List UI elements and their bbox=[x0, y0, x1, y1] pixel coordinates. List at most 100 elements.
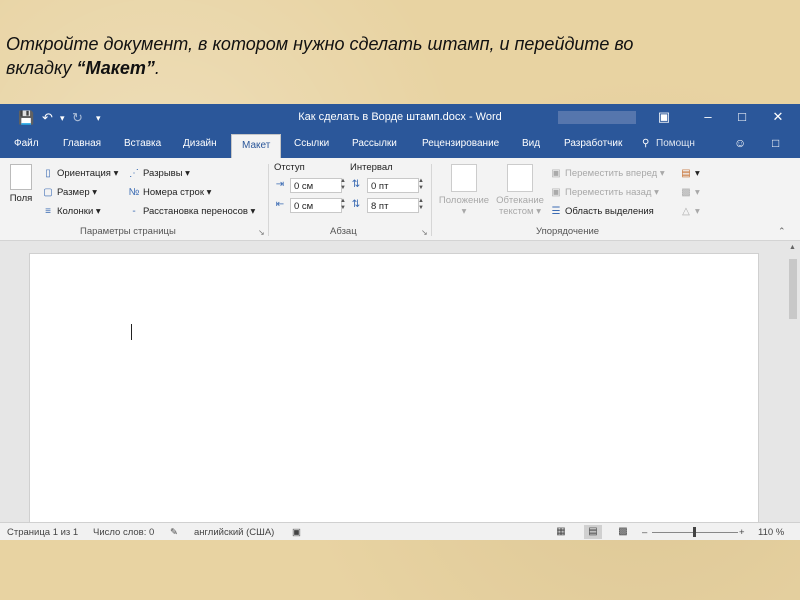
ribbon-layout: Поля ▯ Ориентация ▾ ▢ Размер ▾ ≡ Колонки ▾ … bbox=[0, 158, 800, 241]
scrollbar-thumb[interactable] bbox=[789, 259, 797, 319]
wrap-text-icon bbox=[507, 164, 533, 192]
group-icon[interactable]: ▩ ▾ bbox=[680, 187, 700, 198]
arrange-group-label: Упорядочение bbox=[536, 226, 600, 237]
tab-design[interactable]: Дизайн bbox=[183, 138, 217, 149]
vertical-scrollbar[interactable]: ▲ bbox=[786, 241, 800, 522]
page-count[interactable]: Страница 1 из 1 bbox=[7, 527, 78, 538]
web-layout-icon[interactable]: ▩ bbox=[614, 525, 632, 539]
zoom-in-icon[interactable]: + bbox=[739, 527, 745, 538]
zoom-slider-thumb[interactable] bbox=[693, 527, 696, 537]
columns-label: Колонки bbox=[57, 206, 94, 217]
indent-left-input[interactable]: 0 см bbox=[290, 178, 342, 193]
selection-pane-button[interactable]: ☰ Область выделения bbox=[550, 206, 654, 217]
margins-icon bbox=[10, 164, 32, 190]
selection-pane-label: Область выделения bbox=[565, 206, 654, 217]
send-backward-button[interactable]: ▣ Переместить назад ▾ bbox=[550, 187, 659, 198]
spacing-after-icon: ⇅ bbox=[351, 199, 361, 210]
columns-icon: ≡ bbox=[45, 206, 51, 217]
breaks-icon: ⋰ bbox=[129, 168, 139, 179]
selection-pane-icon: ☰ bbox=[551, 206, 561, 217]
tab-review[interactable]: Рецензирование bbox=[422, 138, 499, 149]
align-icon[interactable]: ▤ ▾ bbox=[680, 168, 700, 179]
user-account[interactable] bbox=[558, 111, 636, 124]
spacing-after-input[interactable]: 8 пт bbox=[367, 198, 419, 213]
size-icon: ▢ bbox=[43, 187, 53, 198]
spacing-after-spinner-icon[interactable]: ▲ ▼ bbox=[418, 198, 424, 212]
close-icon[interactable]: ✕ bbox=[770, 109, 786, 125]
word-count[interactable]: Число слов: 0 bbox=[93, 527, 154, 538]
language-indicator[interactable]: английский (США) bbox=[194, 527, 274, 538]
spacing-label: Интервал bbox=[350, 162, 393, 173]
lightbulb-icon: ⚲ bbox=[642, 138, 650, 149]
orientation-label: Ориентация bbox=[57, 168, 111, 179]
title-bar: 💾 ↶ ▾ ↻ ▾ Как сделать в Ворде штамп.docx… bbox=[0, 104, 800, 132]
position-label: Положение bbox=[438, 195, 490, 206]
tab-mailings[interactable]: Рассылки bbox=[352, 138, 397, 149]
group-separator bbox=[431, 164, 432, 236]
instruction-line-2-suffix: . bbox=[154, 58, 160, 78]
macro-recording-icon[interactable]: ▣ bbox=[292, 527, 301, 538]
size-button[interactable]: ▢ Размер ▾ bbox=[42, 187, 97, 198]
text-cursor bbox=[131, 324, 132, 340]
instruction-line-1: Откройте документ, в котором нужно сдела… bbox=[6, 34, 634, 54]
indent-right-input[interactable]: 0 см bbox=[290, 198, 342, 213]
orientation-button[interactable]: ▯ Ориентация ▾ bbox=[42, 168, 118, 179]
proofing-icon[interactable]: ✎ bbox=[170, 527, 178, 538]
breaks-button[interactable]: ⋰ Разрывы ▾ bbox=[128, 168, 190, 179]
read-mode-icon[interactable]: ▦ bbox=[552, 525, 570, 539]
orientation-icon: ▯ bbox=[45, 168, 51, 179]
tab-layout[interactable]: Макет bbox=[231, 134, 282, 159]
margins-label: Поля bbox=[9, 193, 33, 204]
line-numbers-icon: № bbox=[128, 187, 140, 198]
indent-left-icon: ⇥ bbox=[275, 179, 285, 190]
bring-forward-button[interactable]: ▣ Переместить вперед ▾ bbox=[550, 168, 664, 179]
paragraph-launcher-icon[interactable]: ↘ bbox=[421, 228, 428, 237]
spacing-before-spinner-icon[interactable]: ▲ ▼ bbox=[418, 178, 424, 192]
instruction-line-2: вкладку “Макет”. bbox=[6, 56, 792, 80]
document-page[interactable] bbox=[29, 253, 759, 527]
hyphenation-icon: ‐ bbox=[132, 206, 136, 217]
scroll-up-icon[interactable]: ▲ bbox=[789, 244, 796, 251]
position-button[interactable]: Положение ▾ bbox=[436, 164, 492, 217]
zoom-out-icon[interactable]: – bbox=[642, 527, 647, 538]
bring-forward-icon: ▣ bbox=[551, 168, 561, 179]
size-label: Размер bbox=[57, 187, 90, 198]
send-backward-icon: ▣ bbox=[551, 187, 561, 198]
wrap-text-button[interactable]: Обтекание текстом ▾ bbox=[494, 164, 546, 217]
zoom-level[interactable]: 110 % bbox=[758, 527, 784, 538]
indent-left-spinner-icon[interactable]: ▲ ▼ bbox=[340, 178, 346, 192]
instruction-text: Откройте документ, в котором нужно сдела… bbox=[6, 32, 792, 80]
document-area: ▲ bbox=[0, 241, 800, 527]
page-setup-launcher-icon[interactable]: ↘ bbox=[258, 228, 265, 237]
minimize-icon[interactable]: – bbox=[700, 109, 716, 124]
columns-button[interactable]: ≡ Колонки ▾ bbox=[42, 206, 101, 217]
indent-right-spinner-icon[interactable]: ▲ ▼ bbox=[340, 198, 346, 212]
tab-home[interactable]: Главная bbox=[63, 138, 101, 149]
collapse-ribbon-icon[interactable]: ⌃ bbox=[778, 226, 786, 237]
margins-button[interactable]: Поля bbox=[6, 164, 36, 204]
ribbon-tabs: Файл Главная Вставка Дизайн Макет Ссылки… bbox=[0, 132, 800, 159]
maximize-icon[interactable]: □ bbox=[734, 109, 750, 124]
print-layout-icon[interactable]: ▤ bbox=[584, 525, 602, 539]
hyphenation-label: Расстановка переносов bbox=[143, 206, 248, 217]
rotate-icon[interactable]: △ ▾ bbox=[680, 206, 700, 217]
line-numbers-button[interactable]: № Номера строк ▾ bbox=[128, 187, 212, 198]
tab-developer[interactable]: Разработчик bbox=[564, 138, 622, 149]
tab-references[interactable]: Ссылки bbox=[294, 138, 329, 149]
tab-insert[interactable]: Вставка bbox=[124, 138, 161, 149]
ribbon-display-options-icon[interactable]: ▣ bbox=[656, 109, 672, 125]
indent-right-icon: ⇤ bbox=[275, 199, 285, 210]
wrap-text-label-1: Обтекание bbox=[496, 195, 544, 206]
page-setup-group-label: Параметры страницы bbox=[80, 226, 176, 237]
share-user-icon[interactable]: ☺ bbox=[734, 136, 746, 150]
window-title: Как сделать в Ворде штамп.docx - Word bbox=[298, 111, 502, 123]
spacing-before-input[interactable]: 0 пт bbox=[367, 178, 419, 193]
tell-me-search[interactable]: Помощн bbox=[656, 138, 695, 149]
indent-label: Отступ bbox=[274, 162, 305, 173]
hyphenation-button[interactable]: ‐ Расстановка переносов ▾ bbox=[128, 206, 255, 217]
instruction-tab-name: “Макет” bbox=[76, 58, 155, 78]
breaks-label: Разрывы bbox=[143, 168, 183, 179]
tab-file[interactable]: Файл bbox=[14, 138, 39, 149]
tab-view[interactable]: Вид bbox=[522, 138, 540, 149]
comments-icon[interactable]: □ bbox=[772, 136, 779, 150]
